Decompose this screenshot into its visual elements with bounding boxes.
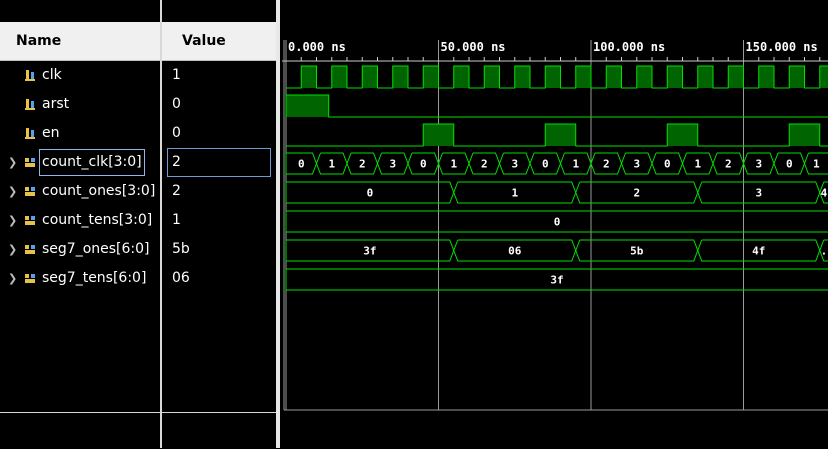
count-clk-bus-value: 3 bbox=[755, 158, 762, 171]
count-clk-bus-value: 0 bbox=[664, 158, 671, 171]
count-clk-bus-value: 1 bbox=[328, 158, 335, 171]
signal-row[interactable]: arst bbox=[0, 90, 160, 119]
clk-high-fill bbox=[332, 66, 347, 88]
clk-high-fill bbox=[545, 66, 560, 88]
clk-high-fill bbox=[667, 66, 682, 88]
count-clk-bus-value: 2 bbox=[481, 158, 488, 171]
signal-name: arst bbox=[42, 90, 69, 119]
clk-high-fill bbox=[454, 66, 469, 88]
clk-high-fill bbox=[820, 66, 828, 88]
signal-name: clk bbox=[42, 61, 62, 90]
signal-value[interactable]: 2 bbox=[167, 148, 271, 177]
time-tick-label: 50.000 ns bbox=[441, 40, 506, 54]
count-clk-bus-value: 1 bbox=[450, 158, 457, 171]
chevron-right-icon[interactable]: ❯ bbox=[8, 177, 17, 206]
count-clk-bus-value: 1 bbox=[694, 158, 701, 171]
signal-value[interactable]: 06 bbox=[172, 264, 190, 293]
waveform-pane[interactable]: 0.000 ns 50.000 ns 100.000 ns 150.000 ns 0 1 2… bbox=[282, 0, 828, 448]
clk-high-fill bbox=[423, 66, 438, 88]
signal-name: seg7_ones[6:0] bbox=[42, 235, 150, 264]
chevron-right-icon[interactable]: ❯ bbox=[8, 264, 17, 293]
seg7-ones-bus-value: 4f bbox=[752, 245, 765, 258]
count-clk-bus-value: 3 bbox=[511, 158, 518, 171]
signal-name: count_ones[3:0] bbox=[42, 177, 155, 206]
clk-high-fill bbox=[606, 66, 621, 88]
seg7-ones-bus-value: . bbox=[821, 245, 828, 258]
clk-high-fill bbox=[637, 66, 652, 88]
en-high-fill bbox=[545, 124, 576, 146]
signal-name: count_clk[3:0] bbox=[40, 150, 144, 175]
waveform-canvas[interactable]: 0.000 ns 50.000 ns 100.000 ns 150.000 ns 0 1 2… bbox=[282, 0, 828, 448]
arst-high-fill bbox=[286, 95, 329, 117]
value-pane-footer bbox=[162, 412, 276, 449]
count-clk-bus-value: 1 bbox=[572, 158, 579, 171]
signal-value[interactable]: 0 bbox=[172, 119, 181, 148]
en-high-fill bbox=[789, 124, 820, 146]
count-clk-bus-value: 3 bbox=[389, 158, 396, 171]
signal-name: seg7_tens[6:0] bbox=[42, 264, 146, 293]
count-clk-bus-value: 2 bbox=[359, 158, 366, 171]
count-clk-bus-value: 1 bbox=[813, 158, 820, 171]
count-ones-bus-value: 0 bbox=[367, 187, 374, 200]
signal-value[interactable]: 1 bbox=[172, 61, 181, 90]
chevron-right-icon[interactable]: ❯ bbox=[8, 148, 17, 177]
chevron-right-icon[interactable]: ❯ bbox=[8, 235, 17, 264]
signal-value[interactable]: 0 bbox=[172, 90, 181, 119]
count-clk-bus-value: 0 bbox=[298, 158, 305, 171]
clk-high-fill bbox=[789, 66, 804, 88]
count-ones-bus-value: 4 bbox=[821, 187, 828, 200]
en-high-fill bbox=[667, 124, 698, 146]
signal-value[interactable]: 2 bbox=[172, 177, 181, 206]
clk-high-fill bbox=[576, 66, 591, 88]
clk-high-fill bbox=[362, 66, 377, 88]
count-clk-bus-value: 2 bbox=[725, 158, 732, 171]
count-clk-bus-value: 0 bbox=[420, 158, 427, 171]
count-ones-bus-value: 1 bbox=[511, 187, 518, 200]
name-pane-footer bbox=[0, 412, 160, 449]
clk-high-fill bbox=[393, 66, 408, 88]
signal-row[interactable]: ❯ seg7_ones[6:0] bbox=[0, 235, 160, 264]
count-ones-bus-value: 3 bbox=[755, 187, 762, 200]
signal-value[interactable]: 5b bbox=[172, 235, 190, 264]
value-column-header[interactable]: Value bbox=[162, 22, 276, 61]
en-high-fill bbox=[423, 124, 454, 146]
name-column-header[interactable]: Name bbox=[0, 22, 160, 61]
clk-high-fill bbox=[515, 66, 530, 88]
arst-waveform bbox=[286, 95, 828, 117]
clk-high-fill bbox=[759, 66, 774, 88]
signal-row[interactable]: ❯ count_tens[3:0] bbox=[0, 206, 160, 235]
signal-name: en bbox=[42, 119, 60, 148]
signal-row[interactable]: clk bbox=[0, 61, 160, 90]
time-tick-label: 150.000 ns bbox=[746, 40, 818, 54]
count-tens-bus-value: 0 bbox=[554, 216, 561, 229]
clk-high-fill bbox=[698, 66, 713, 88]
time-tick-label: 100.000 ns bbox=[593, 40, 665, 54]
seg7-ones-bus-value: 3f bbox=[363, 245, 376, 258]
signal-row[interactable]: ❯ count_ones[3:0] bbox=[0, 177, 160, 206]
count-ones-bus-value: 2 bbox=[633, 187, 640, 200]
clk-high-fill bbox=[728, 66, 743, 88]
clk-high-fill bbox=[484, 66, 499, 88]
count-clk-bus-value: 3 bbox=[633, 158, 640, 171]
signal-row[interactable]: en bbox=[0, 119, 160, 148]
signal-row[interactable]: ❯ seg7_tens[6:0] bbox=[0, 264, 160, 293]
seg7-ones-bus-value: 5b bbox=[630, 245, 644, 258]
seg7-tens-bus-value: 3f bbox=[550, 274, 563, 287]
signal-row[interactable]: ❯ count_clk[3:0] bbox=[0, 148, 160, 177]
count-clk-bus-value: 2 bbox=[603, 158, 610, 171]
seg7-ones-bus-value: 06 bbox=[508, 245, 522, 258]
signal-value[interactable]: 1 bbox=[172, 206, 181, 235]
clk-high-fill bbox=[301, 66, 316, 88]
pane-splitter[interactable] bbox=[276, 0, 280, 448]
count-clk-bus-value: 0 bbox=[542, 158, 549, 171]
chevron-right-icon[interactable]: ❯ bbox=[8, 206, 17, 235]
signal-name: count_tens[3:0] bbox=[42, 206, 152, 235]
time-tick-label: 0.000 ns bbox=[288, 40, 346, 54]
count-clk-bus-value: 0 bbox=[786, 158, 793, 171]
